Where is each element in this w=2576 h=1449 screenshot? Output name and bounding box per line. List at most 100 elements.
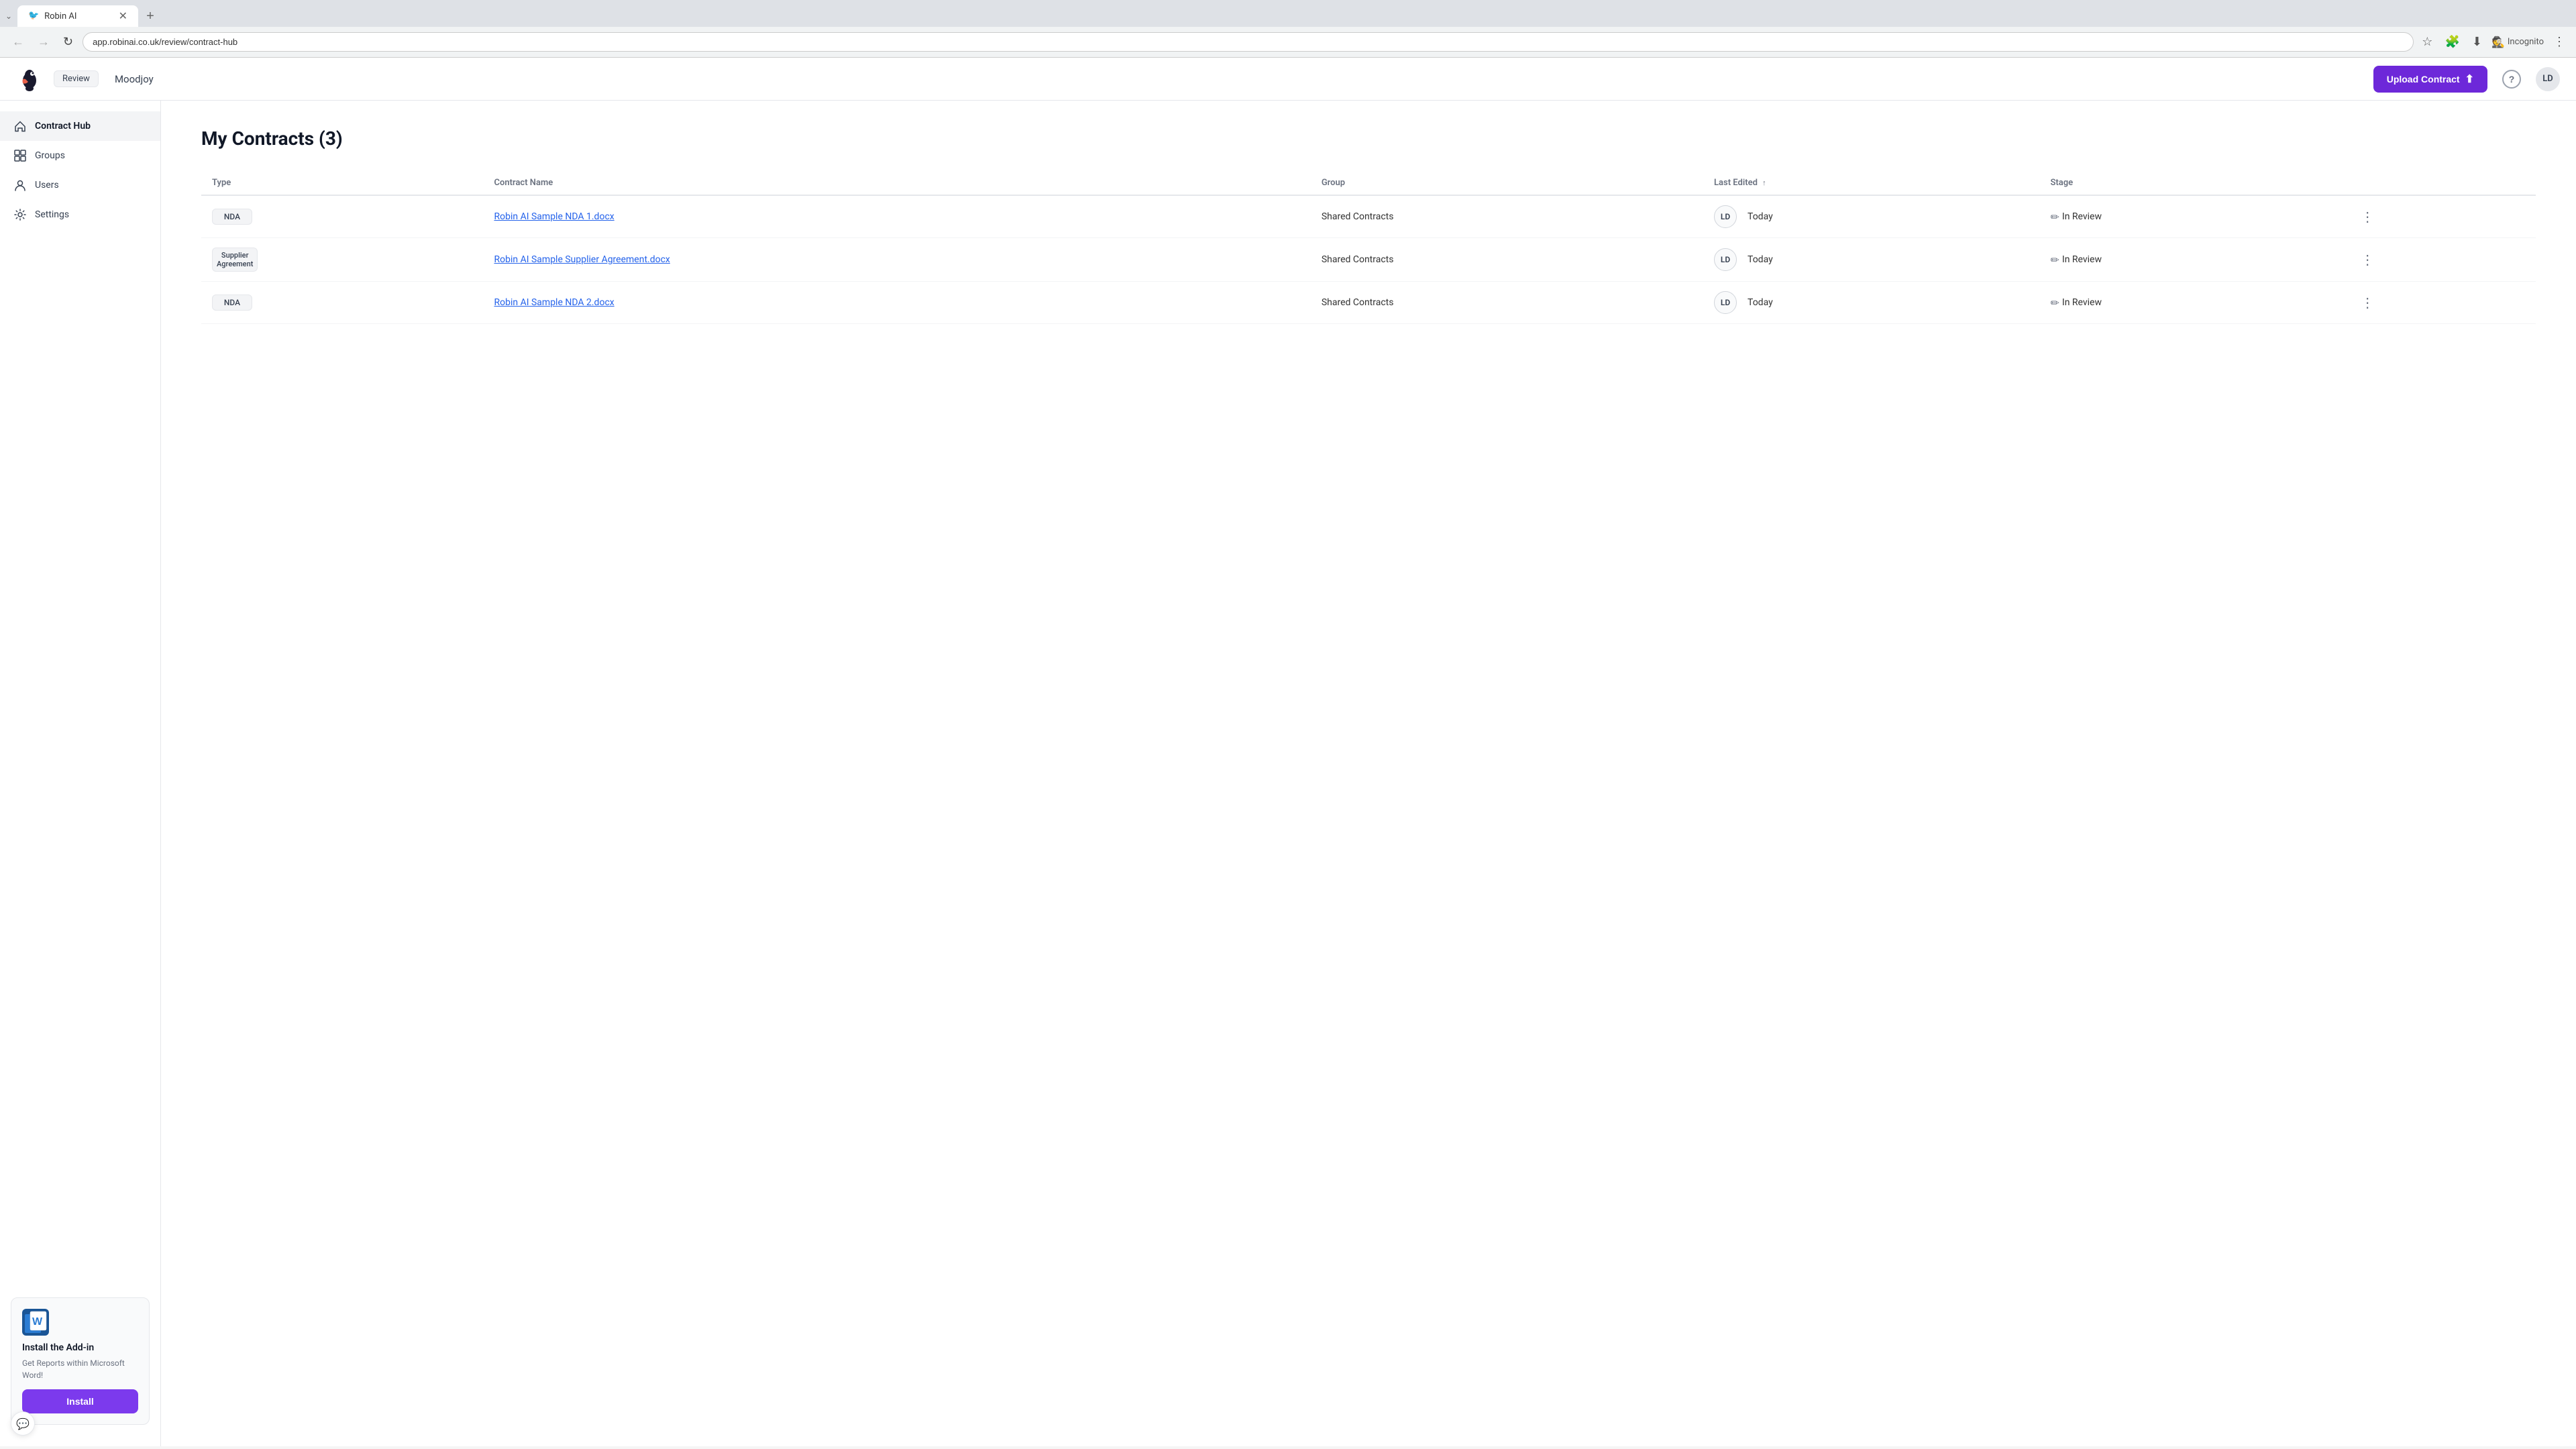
incognito-icon: 🕵 xyxy=(2491,36,2505,48)
sidebar-item-users[interactable]: Users xyxy=(0,170,160,200)
edit-icon-1: ✏ xyxy=(2050,211,2059,223)
type-badge-nda-1: NDA xyxy=(212,209,252,225)
chat-bubble-icon: 💬 xyxy=(16,1417,30,1430)
table-row: Supplier Agreement Robin AI Sample Suppl… xyxy=(201,238,2536,282)
last-edited-cell-1: LD Today xyxy=(1714,205,2029,228)
forward-button[interactable]: → xyxy=(34,32,54,52)
tab-list-chevron[interactable]: ⌄ xyxy=(5,11,12,21)
sidebar-label-contract-hub: Contract Hub xyxy=(35,121,91,131)
row-3-more: ⋮ xyxy=(2345,282,2536,324)
main-area: Contract Hub Groups xyxy=(0,101,2576,1446)
avatar-badge-1: LD xyxy=(1714,205,1737,228)
contract-link-3[interactable]: Robin AI Sample NDA 2.docx xyxy=(494,297,614,308)
sidebar-label-users: Users xyxy=(35,180,59,191)
row-2-last-edited: LD Today xyxy=(1703,238,2039,282)
row-1-last-edited: LD Today xyxy=(1703,195,2039,238)
main-content: My Contracts (3) Type Contract Name Grou… xyxy=(161,101,2576,1446)
tab-title: Robin AI xyxy=(44,11,113,21)
upload-icon: ⬆ xyxy=(2465,72,2474,86)
settings-icon xyxy=(13,208,27,221)
app-wrapper: Review Moodjoy Upload Contract ⬆ ? LD Co… xyxy=(0,58,2576,1446)
addin-title: Install the Add-in xyxy=(22,1342,138,1353)
row-2-stage: ✏ In Review xyxy=(2039,238,2345,282)
new-tab-button[interactable]: + xyxy=(141,6,160,27)
row-1-type: NDA xyxy=(201,195,484,238)
type-badge-supplier: Supplier Agreement xyxy=(212,248,258,272)
table-body: NDA Robin AI Sample NDA 1.docx Shared Co… xyxy=(201,195,2536,324)
app-header: Review Moodjoy Upload Contract ⬆ ? LD xyxy=(0,58,2576,101)
col-contract-name: Contract Name xyxy=(484,171,1311,195)
extensions-button[interactable]: 🧩 xyxy=(2442,32,2462,52)
stage-cell-3: ✏ In Review xyxy=(2050,297,2334,309)
col-group: Group xyxy=(1311,171,1703,195)
edit-icon-2: ✏ xyxy=(2050,254,2059,266)
row-1-contract-name: Robin AI Sample NDA 1.docx xyxy=(484,195,1311,238)
user-avatar[interactable]: LD xyxy=(2536,67,2560,91)
row-1-more: ⋮ xyxy=(2345,195,2536,238)
more-options-button-3[interactable]: ⋮ xyxy=(2355,292,2379,314)
row-3-group: Shared Contracts xyxy=(1311,282,1703,324)
browser-toolbar: ← → ↻ ☆ 🧩 ⬇ 🕵 Incognito ⋮ xyxy=(0,27,2576,58)
col-stage: Stage xyxy=(2039,171,2345,195)
addin-card: W Install the Add-in Get Reports within … xyxy=(11,1297,150,1425)
home-icon xyxy=(13,119,27,133)
contract-link-2[interactable]: Robin AI Sample Supplier Agreement.docx xyxy=(494,254,670,265)
word-logo-icon: W xyxy=(22,1309,49,1336)
address-bar-input[interactable] xyxy=(93,37,2404,47)
company-name: Moodjoy xyxy=(115,73,154,85)
row-2-more: ⋮ xyxy=(2345,238,2536,282)
upload-contract-button[interactable]: Upload Contract ⬆ xyxy=(2373,66,2487,93)
chat-bubble-button[interactable]: 💬 xyxy=(11,1411,35,1436)
col-last-edited[interactable]: Last Edited ↑ xyxy=(1703,171,2039,195)
tab-favicon: 🐦 xyxy=(28,11,39,21)
addin-install-button[interactable]: Install xyxy=(22,1389,138,1413)
sort-arrow-icon: ↑ xyxy=(1762,178,1766,187)
row-3-last-edited: LD Today xyxy=(1703,282,2039,324)
contracts-table: Type Contract Name Group Last Edited ↑ S… xyxy=(201,171,2536,324)
sidebar-item-groups[interactable]: Groups xyxy=(0,141,160,170)
word-icon: W xyxy=(22,1309,49,1336)
row-2-type: Supplier Agreement xyxy=(201,238,484,282)
help-button[interactable]: ? xyxy=(2498,66,2525,93)
tab-close-button[interactable]: ✕ xyxy=(119,11,127,21)
incognito-indicator: 🕵 Incognito xyxy=(2491,36,2544,48)
address-bar xyxy=(83,32,2414,52)
sidebar-item-contract-hub[interactable]: Contract Hub xyxy=(0,111,160,141)
stage-cell-2: ✏ In Review xyxy=(2050,254,2334,266)
sidebar-label-settings: Settings xyxy=(35,209,69,220)
bookmark-button[interactable]: ☆ xyxy=(2419,32,2435,52)
col-actions xyxy=(2345,171,2536,195)
browser-chrome: ⌄ 🐦 Robin AI ✕ + ← → ↻ ☆ 🧩 ⬇ 🕵 Incognito… xyxy=(0,0,2576,58)
svg-text:W: W xyxy=(32,1316,43,1328)
back-button[interactable]: ← xyxy=(8,32,28,52)
robin-logo-icon xyxy=(16,66,43,93)
sidebar-item-settings[interactable]: Settings xyxy=(0,200,160,229)
row-3-type: NDA xyxy=(201,282,484,324)
stage-cell-1: ✏ In Review xyxy=(2050,211,2334,223)
table-row: NDA Robin AI Sample NDA 2.docx Shared Co… xyxy=(201,282,2536,324)
avatar-badge-3: LD xyxy=(1714,291,1737,314)
sidebar: Contract Hub Groups xyxy=(0,101,161,1446)
users-icon xyxy=(13,178,27,192)
page-title: My Contracts (3) xyxy=(201,127,2536,150)
more-options-button-2[interactable]: ⋮ xyxy=(2355,249,2379,271)
review-badge: Review xyxy=(54,70,99,87)
sidebar-nav: Contract Hub Groups xyxy=(0,111,160,1287)
reload-button[interactable]: ↻ xyxy=(59,32,77,52)
last-edited-cell-2: LD Today xyxy=(1714,248,2029,271)
sidebar-label-groups: Groups xyxy=(35,150,65,161)
row-2-contract-name: Robin AI Sample Supplier Agreement.docx xyxy=(484,238,1311,282)
contract-link-1[interactable]: Robin AI Sample NDA 1.docx xyxy=(494,211,614,222)
row-2-group: Shared Contracts xyxy=(1311,238,1703,282)
col-type: Type xyxy=(201,171,484,195)
download-button[interactable]: ⬇ xyxy=(2469,32,2485,52)
row-1-group: Shared Contracts xyxy=(1311,195,1703,238)
more-options-button-1[interactable]: ⋮ xyxy=(2355,206,2379,228)
active-tab: 🐦 Robin AI ✕ xyxy=(17,5,138,27)
menu-button[interactable]: ⋮ xyxy=(2551,32,2568,52)
app-logo xyxy=(16,66,43,93)
avatar-badge-2: LD xyxy=(1714,248,1737,271)
addin-description: Get Reports within Microsoft Word! xyxy=(22,1357,138,1381)
row-3-stage: ✏ In Review xyxy=(2039,282,2345,324)
browser-tabs: ⌄ 🐦 Robin AI ✕ + xyxy=(0,0,2576,27)
